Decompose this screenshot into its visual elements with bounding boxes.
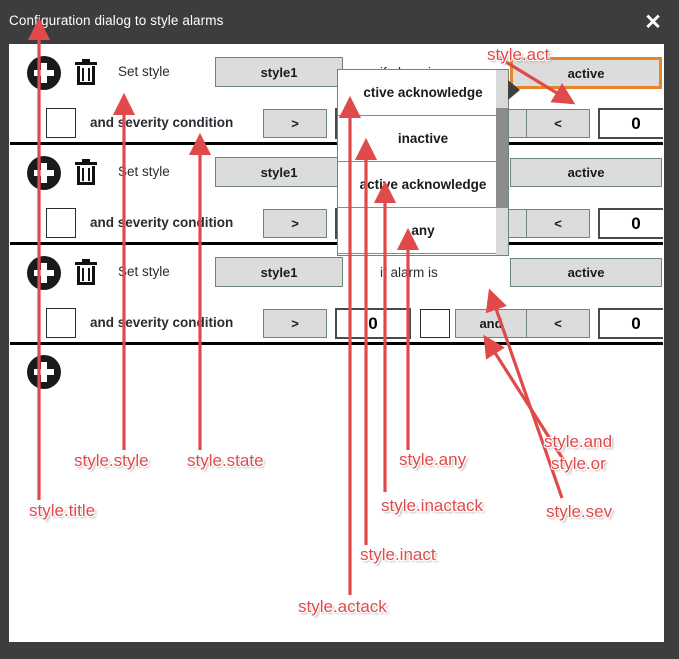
severity-lower-value[interactable]: 0 [335,308,411,339]
severity-upper-value[interactable]: 0 [598,108,663,139]
alarm-state-dropdown-list[interactable]: ctive acknowledge inactive active acknow… [337,69,509,256]
set-style-label: Set style [118,64,170,79]
delete-rule-button[interactable] [75,159,97,185]
trash-bar-right [88,268,90,281]
severity-condition-checkbox[interactable] [46,208,76,238]
trash-bar-left [82,68,84,81]
dropdown-option[interactable]: active acknowledge [338,162,508,208]
severity-lower-operator[interactable]: > [263,309,327,338]
set-style-label: Set style [118,164,170,179]
severity-condition-label: and severity condition [90,115,234,130]
style-rule-row-severity: and severity condition > 0 and < 0 [10,301,663,345]
alarm-state-select[interactable]: active [510,57,662,89]
add-rule-button[interactable] [27,256,61,290]
window-title: Configuration dialog to style alarms [9,13,224,28]
severity-lower-operator[interactable]: > [263,109,327,138]
severity-lower-operator[interactable]: > [263,209,327,238]
trash-can [77,266,95,285]
window-titlebar: Configuration dialog to style alarms ✕ [0,0,679,44]
style-select[interactable]: style1 [215,157,343,187]
close-icon[interactable]: ✕ [640,10,666,36]
alarm-state-select[interactable]: active [510,258,662,287]
severity-condition-checkbox[interactable] [46,108,76,138]
severity-condition-label: and severity condition [90,315,234,330]
trash-lid [75,262,97,265]
alarm-state-select[interactable]: active [510,158,662,187]
if-alarm-is-label: if alarm is [380,265,438,280]
severity-condition-checkbox[interactable] [46,308,76,338]
dropdown-pointer-icon [508,80,520,100]
add-rule-panel: OK Cancel [10,345,663,641]
trash-bar-right [88,68,90,81]
trash-bar-left [82,268,84,281]
dropdown-scrollbar-thumb[interactable] [496,108,508,208]
severity-conjunction-box[interactable] [420,309,450,338]
style-select[interactable]: style1 [215,257,343,287]
delete-rule-button[interactable] [75,259,97,285]
severity-upper-operator[interactable]: < [526,209,590,238]
trash-lid [75,62,97,65]
trash-bar-right [88,168,90,181]
severity-condition-label: and severity condition [90,215,234,230]
trash-can [77,66,95,85]
style-rule-row: Set style style1 if alarm is active and … [10,245,663,345]
dropdown-option[interactable]: any [338,208,508,254]
severity-upper-operator[interactable]: < [526,309,590,338]
trash-can [77,166,95,185]
dropdown-option[interactable]: inactive [338,116,508,162]
trash-lid [75,162,97,165]
dropdown-option[interactable]: ctive acknowledge [338,70,508,116]
dropdown-scrollbar[interactable] [496,70,508,255]
severity-upper-operator[interactable]: < [526,109,590,138]
add-new-rule-button[interactable] [27,355,61,389]
configuration-dialog-window: Configuration dialog to style alarms ✕ S… [0,0,679,659]
add-rule-button[interactable] [27,56,61,90]
trash-bar-left [82,168,84,181]
set-style-label: Set style [118,264,170,279]
delete-rule-button[interactable] [75,59,97,85]
severity-upper-value[interactable]: 0 [598,308,663,339]
severity-conjunction-select[interactable]: and [455,309,527,338]
style-select[interactable]: style1 [215,57,343,87]
add-rule-button[interactable] [27,156,61,190]
severity-upper-value[interactable]: 0 [598,208,663,239]
